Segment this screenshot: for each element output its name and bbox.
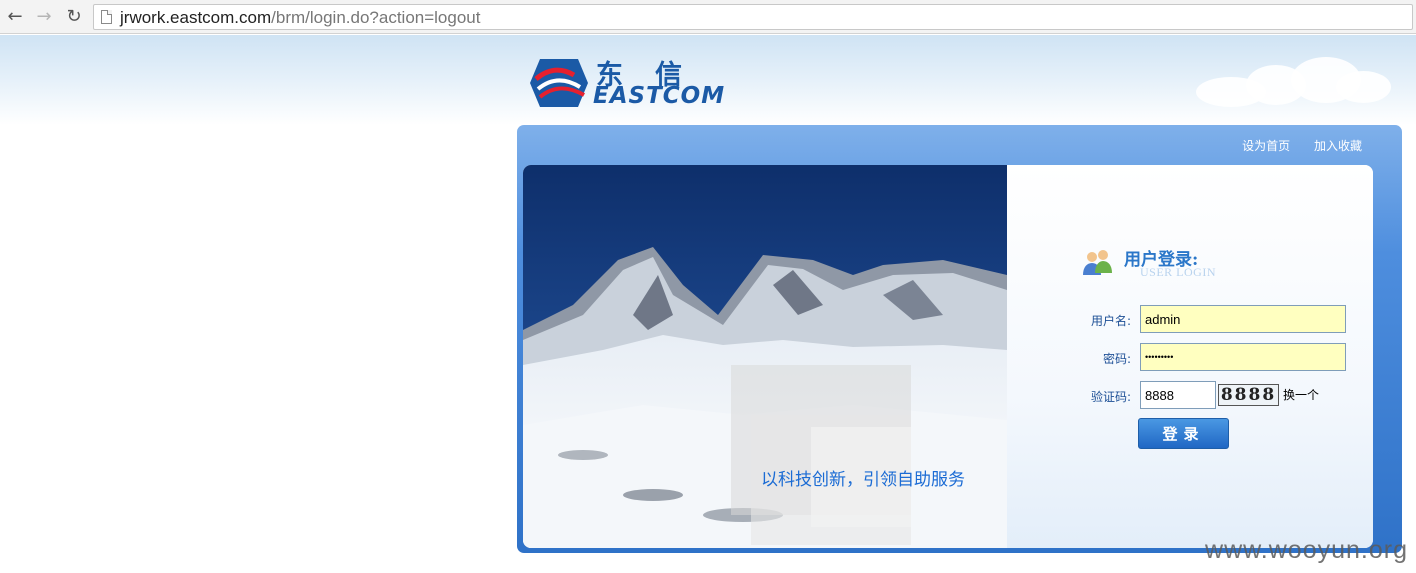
login-panel: 用户登录: USER LOGIN 用户名: admin 密码: ••••••••… xyxy=(1007,165,1373,548)
login-inner: 以科技创新，引领自助服务 用户登录: USER LOGIN 用户名: admin… xyxy=(523,165,1373,548)
snow-mountain-image xyxy=(523,165,1007,548)
username-field[interactable]: admin xyxy=(1140,305,1346,333)
password-label: 密码: xyxy=(1102,352,1131,366)
page-body: 东信 EASTCOM 设为首页 加入收藏 以科技创新，引领自助服务 用户登录: … xyxy=(0,35,1416,573)
watermark: www.wooyun.org xyxy=(1205,536,1408,564)
captcha-refresh-link[interactable]: 换一个 xyxy=(1283,386,1319,403)
slogan-text: 以科技创新，引领自助服务 xyxy=(761,470,965,490)
captcha-image[interactable]: 8888 xyxy=(1218,384,1279,406)
address-bar[interactable]: jrwork.eastcom.com/brm/login.do?action=l… xyxy=(93,4,1413,30)
eastcom-logo-icon xyxy=(530,59,588,107)
username-label: 用户名: xyxy=(1090,314,1131,328)
login-subtitle: USER LOGIN xyxy=(1140,265,1216,279)
login-frame: 设为首页 加入收藏 以科技创新，引领自助服务 用户登录: USER LOGIN … xyxy=(517,125,1402,553)
forward-arrow-icon[interactable]: → xyxy=(33,6,55,28)
eastcom-logo: 东信 EASTCOM xyxy=(530,53,730,111)
back-arrow-icon[interactable]: ← xyxy=(4,6,26,28)
add-favorite-link[interactable]: 加入收藏 xyxy=(1314,139,1362,153)
captcha-label: 验证码: xyxy=(1090,390,1131,404)
reload-icon[interactable]: ↻ xyxy=(63,6,85,28)
clouds-decoration xyxy=(1166,47,1396,117)
password-field[interactable]: ••••••••• xyxy=(1140,343,1346,371)
logo-english-text: EASTCOM xyxy=(593,83,726,109)
page-icon xyxy=(101,10,112,24)
url-path: /brm/login.do?action=logout xyxy=(271,8,481,27)
captcha-field[interactable]: 8888 xyxy=(1140,381,1216,409)
url-text[interactable]: jrwork.eastcom.com/brm/login.do?action=l… xyxy=(120,8,480,28)
users-icon xyxy=(1083,250,1112,275)
url-host: jrwork.eastcom.com xyxy=(120,8,272,27)
top-links: 设为首页 加入收藏 xyxy=(1222,137,1362,154)
set-homepage-link[interactable]: 设为首页 xyxy=(1242,139,1290,153)
browser-toolbar: ← → ↻ jrwork.eastcom.com/brm/login.do?ac… xyxy=(0,0,1416,34)
login-button[interactable]: 登录 xyxy=(1138,418,1229,449)
